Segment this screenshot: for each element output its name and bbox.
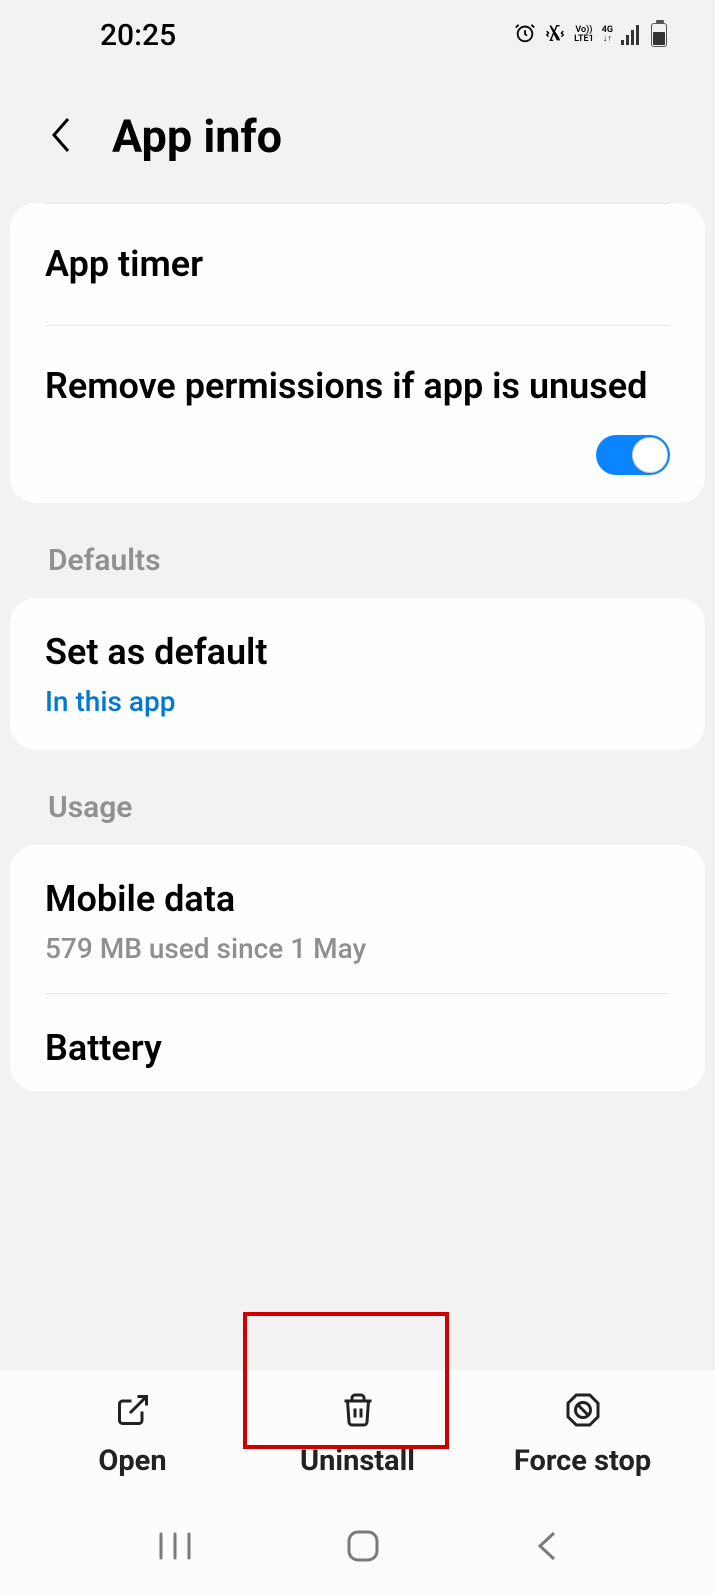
force-stop-label: Force stop bbox=[514, 1444, 651, 1478]
status-icons: Vo)) LTE1 4G ↓↑ bbox=[514, 22, 667, 48]
status-bar: 20:25 Vo)) LTE1 4G ↓↑ bbox=[0, 0, 715, 70]
volte-icon: Vo)) LTE1 bbox=[574, 26, 594, 44]
usage-data-card: Mobile data 579 MB used since 1 May Batt… bbox=[10, 845, 705, 1091]
set-as-default-sub: In this app bbox=[45, 685, 670, 718]
remove-permissions-item[interactable]: Remove permissions if app is unused bbox=[10, 326, 705, 419]
defaults-card: Set as default In this app bbox=[10, 598, 705, 750]
status-time: 20:25 bbox=[100, 18, 176, 53]
signal-icon bbox=[621, 25, 639, 45]
mobile-data-item[interactable]: Mobile data 579 MB used since 1 May bbox=[10, 845, 705, 993]
defaults-section-label: Defaults bbox=[0, 533, 715, 598]
remove-permissions-toggle[interactable] bbox=[596, 435, 670, 475]
remove-permissions-toggle-row bbox=[10, 419, 705, 503]
mobile-data-sub: 579 MB used since 1 May bbox=[45, 932, 670, 965]
app-timer-item[interactable]: App timer bbox=[10, 204, 705, 325]
uninstall-button[interactable]: Uninstall bbox=[245, 1392, 470, 1478]
trash-icon bbox=[340, 1392, 376, 1432]
force-stop-button[interactable]: Force stop bbox=[470, 1392, 695, 1478]
battery-label: Battery bbox=[45, 1026, 670, 1071]
mobile-data-label: Mobile data bbox=[45, 877, 670, 922]
open-button[interactable]: Open bbox=[20, 1392, 245, 1478]
bottom-action-bar: Open Uninstall Force stop bbox=[0, 1370, 715, 1500]
vibrate-icon bbox=[544, 22, 566, 48]
battery-item[interactable]: Battery bbox=[10, 994, 705, 1091]
open-icon bbox=[115, 1392, 151, 1432]
stop-icon bbox=[565, 1392, 601, 1432]
remove-permissions-label: Remove permissions if app is unused bbox=[45, 364, 670, 409]
usage-section-label: Usage bbox=[0, 780, 715, 845]
set-as-default-item[interactable]: Set as default In this app bbox=[10, 598, 705, 750]
app-timer-label: App timer bbox=[45, 242, 670, 287]
network-icon: 4G ↓↑ bbox=[602, 26, 613, 44]
open-label: Open bbox=[98, 1444, 166, 1478]
header: App info bbox=[0, 70, 715, 203]
battery-icon bbox=[651, 23, 667, 47]
home-button[interactable] bbox=[346, 1529, 380, 1567]
alarm-icon bbox=[514, 22, 536, 48]
page-title: App info bbox=[112, 110, 282, 163]
android-nav-bar bbox=[0, 1500, 715, 1595]
recents-button[interactable] bbox=[157, 1532, 193, 1564]
uninstall-label: Uninstall bbox=[300, 1444, 415, 1478]
usage-card: App timer Remove permissions if app is u… bbox=[10, 203, 705, 503]
set-as-default-label: Set as default bbox=[45, 630, 670, 675]
nav-back-button[interactable] bbox=[534, 1529, 558, 1567]
back-icon[interactable] bbox=[48, 115, 76, 159]
